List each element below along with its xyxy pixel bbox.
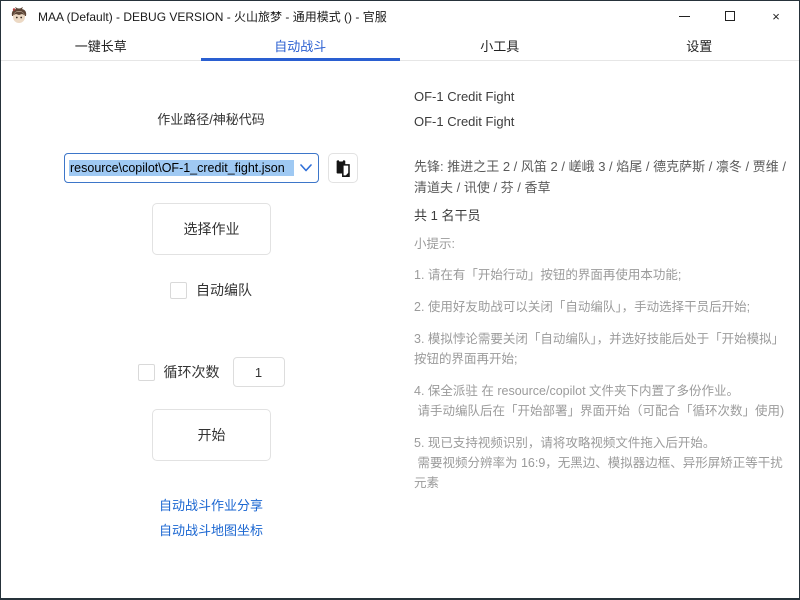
job-path-combobox[interactable]: resource\copilot\OF-1_credit_fight.json [64,153,319,183]
job-share-link[interactable]: 自动战斗作业分享 [159,498,263,513]
title-bar: MAA (Default) - DEBUG VERSION - 火山旅梦 - 通… [1,1,799,31]
tab-label: 设置 [686,36,712,55]
copilot-control-panel: 作业路径/神秘代码 resource\copilot\OF-1_credit_f… [11,61,411,598]
job-share-link-row: 自动战斗作业分享 [11,495,411,515]
loop-count-input[interactable] [233,357,285,387]
operator-count: 共 1 名干员 [414,207,792,225]
minimize-button[interactable] [661,1,707,31]
tip-item-5: 5. 现已支持视频识别，请将攻略视频文件拖入后开始。 需要视频分辨率为 16:9… [414,433,792,493]
chevron-down-icon[interactable] [300,164,312,172]
job-path-label: 作业路径/神秘代码 [11,109,411,128]
map-coords-link[interactable]: 自动战斗地图坐标 [159,523,263,538]
tip-item-1: 1. 请在有「开始行动」按钮的界面再使用本功能; [414,265,792,285]
tab-auto-battle[interactable]: 自动战斗 [201,31,401,60]
tab-label: 小工具 [480,36,519,55]
map-coords-link-row: 自动战斗地图坐标 [11,520,411,540]
tip-item-3: 3. 模拟悖论需要关闭「自动编队」，并选好技能后处于「开始模拟」按钮的界面再开始… [414,329,792,369]
auto-formation-label[interactable]: 自动编队 [196,280,252,300]
loop-times-checkbox[interactable] [138,364,155,381]
close-icon: × [772,10,780,23]
auto-formation-row: 自动编队 [11,280,411,300]
job-path-value[interactable]: resource\copilot\OF-1_credit_fight.json [69,160,294,176]
select-job-button[interactable]: 选择作业 [152,203,271,255]
tip-item-2: 2. 使用好友助战可以关闭「自动编队」，手动选择干员后开始; [414,297,792,317]
copy-icon [333,158,353,178]
job-path-row: resource\copilot\OF-1_credit_fight.json [64,153,358,183]
copilot-info-panel: OF-1 Credit Fight OF-1 Credit Fight 先锋: … [414,61,792,598]
loop-times-label[interactable]: 循环次数 [164,362,220,382]
content-area: 作业路径/神秘代码 resource\copilot\OF-1_credit_f… [1,61,799,598]
loop-times-row: 循环次数 [11,357,411,387]
tab-label: 一键长草 [75,36,127,55]
tip-item-4: 4. 保全派驻 在 resource/copilot 文件夹下内置了多份作业。 … [414,381,792,421]
auto-formation-checkbox[interactable] [170,282,187,299]
tab-bar: 一键长草 自动战斗 小工具 设置 [1,31,799,61]
minimize-icon [679,16,690,17]
job-title: OF-1 Credit Fight [414,88,792,106]
window-title: MAA (Default) - DEBUG VERSION - 火山旅梦 - 通… [38,8,387,25]
app-window: MAA (Default) - DEBUG VERSION - 火山旅梦 - 通… [0,0,800,600]
maximize-button[interactable] [707,1,753,31]
start-button[interactable]: 开始 [152,409,271,461]
tab-settings[interactable]: 设置 [600,31,800,60]
copy-path-button[interactable] [328,153,358,183]
maximize-icon [725,11,735,21]
tips-header: 小提示: [414,235,792,253]
job-subtitle: OF-1 Credit Fight [414,113,792,131]
operators-list: 先锋: 推进之王 2 / 风笛 2 / 嵯峨 3 / 焰尾 / 德克萨斯 / 凛… [414,156,792,198]
tab-farming[interactable]: 一键长草 [1,31,201,60]
close-button[interactable]: × [753,1,799,31]
app-logo-icon [9,6,29,26]
tab-label: 自动战斗 [274,36,326,55]
tab-tools[interactable]: 小工具 [400,31,600,60]
